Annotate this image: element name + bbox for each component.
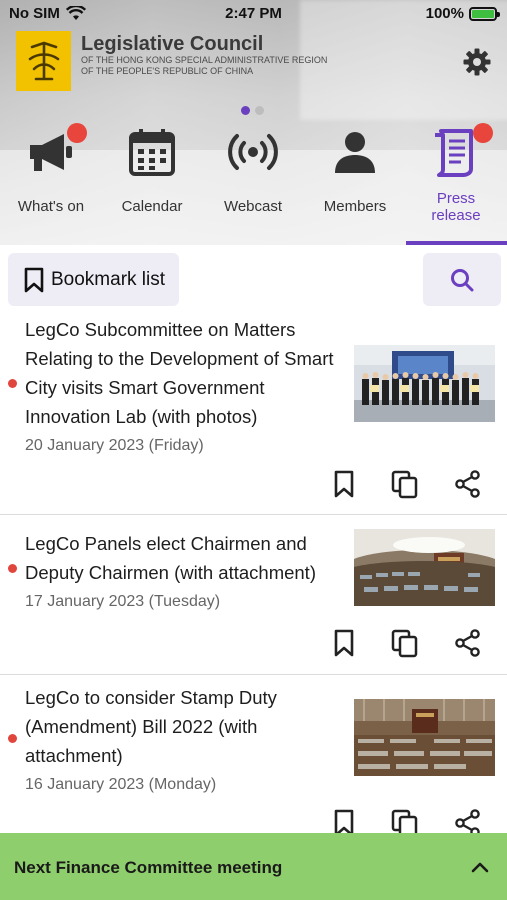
- press-release-thumbnail: [354, 699, 495, 776]
- nav-calendar[interactable]: Calendar: [102, 120, 202, 240]
- person-icon: [335, 132, 375, 173]
- press-release-date: 20 January 2023 (Friday): [25, 437, 204, 454]
- page-dot-2[interactable]: [255, 106, 264, 115]
- org-title: Legislative Council: [81, 33, 264, 55]
- notification-badge: [473, 123, 493, 143]
- legco-logo: [16, 31, 71, 91]
- item-actions: [330, 469, 500, 503]
- status-bar: No SIM 2:47 PM 100%: [0, 0, 507, 28]
- bookmark-icon: [24, 267, 44, 292]
- legco-emblem-icon: [28, 41, 59, 81]
- nav-press-release[interactable]: Press release: [406, 120, 506, 240]
- chevron-up-icon[interactable]: [470, 857, 490, 877]
- toolbar: Bookmark list: [0, 245, 507, 315]
- list-item[interactable]: LegCo to consider Stamp Duty (Amendment)…: [0, 675, 507, 838]
- item-actions: [330, 628, 500, 662]
- nav-label: Webcast: [223, 198, 283, 215]
- unread-indicator: [8, 379, 17, 388]
- press-release-thumbnail: [354, 345, 495, 422]
- org-subtitle-line2: OF THE PEOPLE'S REPUBLIC OF CHINA: [81, 66, 254, 76]
- org-subtitle: OF THE HONG KONG SPECIAL ADMINISTRATIVE …: [81, 55, 327, 77]
- press-release-date: 16 January 2023 (Monday): [25, 776, 217, 793]
- nav-label: Press release: [431, 190, 481, 224]
- search-button[interactable]: [423, 253, 501, 306]
- next-finance-committee-banner[interactable]: Next Finance Committee meeting: [0, 833, 507, 900]
- nav-members[interactable]: Members: [305, 120, 405, 240]
- nav-webcast[interactable]: Webcast: [203, 120, 303, 240]
- search-icon: [451, 268, 474, 291]
- unread-indicator: [8, 564, 17, 573]
- share-icon[interactable]: [453, 628, 483, 658]
- unread-indicator: [8, 734, 17, 743]
- copy-icon[interactable]: [390, 628, 420, 658]
- page-dot-1[interactable]: [241, 106, 250, 115]
- list-item[interactable]: LegCo Subcommittee on Matters Relating t…: [0, 315, 507, 515]
- press-release-date: 17 January 2023 (Tuesday): [25, 593, 221, 610]
- bookmark-list-label: Bookmark list: [51, 268, 166, 290]
- battery-percentage: 100%: [425, 5, 464, 22]
- bookmark-list-button[interactable]: Bookmark list: [8, 253, 179, 306]
- app-header: No SIM 2:47 PM 100% Legislative Council …: [0, 0, 507, 245]
- banner-label: Next Finance Committee meeting: [14, 858, 283, 877]
- share-icon[interactable]: [453, 469, 483, 499]
- notification-badge: [67, 123, 87, 143]
- press-release-thumbnail: [354, 529, 495, 606]
- copy-icon[interactable]: [390, 469, 420, 499]
- gear-icon[interactable]: [462, 47, 492, 77]
- nav-label: Calendar: [121, 198, 183, 215]
- bookmark-icon[interactable]: [330, 469, 360, 499]
- nav-label: What's on: [17, 198, 85, 215]
- press-release-title: LegCo Panels elect Chairmen and Deputy C…: [25, 533, 316, 583]
- list-item[interactable]: LegCo Panels elect Chairmen and Deputy C…: [0, 515, 507, 675]
- bookmark-icon[interactable]: [330, 628, 360, 658]
- page-indicator[interactable]: [241, 106, 264, 115]
- nav-whats-on[interactable]: What's on: [1, 120, 101, 240]
- calendar-icon: [129, 129, 175, 176]
- press-release-title: LegCo Subcommittee on Matters Relating t…: [25, 319, 334, 427]
- press-release-title: LegCo to consider Stamp Duty (Amendment)…: [25, 687, 277, 766]
- broadcast-icon: [228, 134, 278, 170]
- battery-icon: [469, 6, 500, 21]
- org-subtitle-line1: OF THE HONG KONG SPECIAL ADMINISTRATIVE …: [81, 55, 328, 65]
- nav-label: Members: [323, 198, 387, 215]
